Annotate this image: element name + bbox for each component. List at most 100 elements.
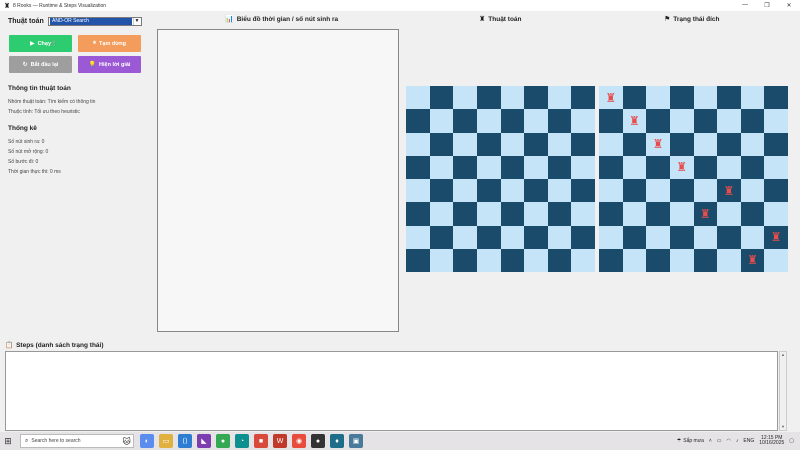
board-square bbox=[669, 86, 694, 110]
scroll-up-icon[interactable]: ▲ bbox=[780, 352, 786, 358]
board-square bbox=[429, 225, 454, 249]
board-square bbox=[646, 179, 670, 203]
stats-steps: Số bước đi: 0 bbox=[8, 159, 39, 165]
battery-icon[interactable]: ▭ bbox=[717, 438, 722, 444]
board-square bbox=[599, 202, 623, 226]
board-square bbox=[669, 109, 694, 133]
flag-icon: ⚑ bbox=[664, 16, 671, 23]
algorithm-select[interactable]: AND-OR Search ▼ bbox=[48, 17, 142, 26]
rook-icon: ♜ bbox=[770, 230, 782, 245]
board-square bbox=[406, 248, 430, 272]
steps-scrollbar[interactable]: ▲ ▼ bbox=[779, 351, 787, 431]
board-square bbox=[524, 132, 548, 156]
board-square bbox=[740, 86, 765, 110]
steps-title: Steps (danh sách trạng thái) bbox=[16, 341, 104, 349]
board-square bbox=[669, 248, 694, 272]
board-square bbox=[740, 202, 765, 226]
minimize-button[interactable]: — bbox=[734, 2, 756, 9]
close-button[interactable]: ✕ bbox=[778, 2, 800, 9]
board-square bbox=[740, 109, 765, 133]
goal-board: ♜ ♜ ♜ ♜ ♜ ♜ ♜ ♜ bbox=[599, 86, 788, 272]
board-square bbox=[717, 248, 741, 272]
board-square bbox=[453, 225, 477, 249]
bar-chart-icon: 📊 bbox=[225, 16, 234, 23]
chevron-down-icon[interactable]: ▼ bbox=[133, 18, 140, 25]
board-square bbox=[406, 202, 430, 226]
app-icon-active[interactable]: ◉ bbox=[292, 434, 306, 448]
board-square bbox=[764, 179, 788, 203]
board-square bbox=[571, 202, 595, 226]
chevron-up-icon[interactable]: ˄ bbox=[709, 438, 712, 444]
board-square bbox=[646, 202, 670, 226]
board-square bbox=[476, 109, 501, 133]
board-square bbox=[693, 225, 718, 249]
board-square bbox=[453, 86, 477, 110]
reset-label: Bắt đầu lại bbox=[30, 61, 59, 68]
board-square bbox=[599, 155, 623, 179]
pause-button[interactable]: ⏸ Tạm dừng bbox=[78, 35, 141, 52]
network-icon[interactable]: ◠ bbox=[727, 438, 731, 444]
volume-icon[interactable]: ♪ bbox=[736, 438, 739, 444]
board-square: ♜ bbox=[669, 155, 694, 179]
weather-text: Sắp mưa bbox=[683, 438, 704, 444]
board-square bbox=[429, 132, 454, 156]
cat-illustration-icon: 🐱 bbox=[122, 436, 131, 446]
taskbar-search[interactable]: ⌕ Search here to search 🐱 bbox=[20, 434, 134, 448]
steps-list[interactable] bbox=[5, 351, 778, 431]
board-square bbox=[740, 225, 765, 249]
play-icon: ▶ bbox=[29, 41, 35, 47]
board-square bbox=[646, 155, 670, 179]
notification-icon[interactable]: ▢ bbox=[789, 438, 794, 444]
board-square bbox=[500, 86, 525, 110]
board-square bbox=[599, 132, 623, 156]
board-square bbox=[717, 86, 741, 110]
board-square bbox=[599, 179, 623, 203]
board-square bbox=[764, 86, 788, 110]
rook-icon: ♜ bbox=[652, 137, 664, 152]
board-square bbox=[571, 109, 595, 133]
clock[interactable]: 12:15 PM 10/16/2025 bbox=[759, 435, 784, 447]
chart-header: 📊 Biểu đồ thời gian / số nút sinh ra bbox=[225, 15, 338, 24]
board-square bbox=[429, 179, 454, 203]
show-solution-button[interactable]: 💡 Hiện lời giải bbox=[78, 56, 141, 73]
reset-button[interactable]: ↻ Bắt đầu lại bbox=[9, 56, 72, 73]
maximize-button[interactable]: ❐ bbox=[756, 2, 778, 9]
app-icon: ♜ bbox=[3, 2, 11, 10]
visual-studio-icon[interactable]: ◣ bbox=[197, 434, 211, 448]
chrome-icon[interactable]: ● bbox=[216, 434, 230, 448]
scroll-down-icon[interactable]: ▼ bbox=[780, 424, 786, 430]
language-indicator[interactable]: ENG bbox=[743, 438, 754, 444]
board-square bbox=[547, 248, 572, 272]
board-square bbox=[500, 155, 525, 179]
python-icon[interactable]: ♦ bbox=[330, 434, 344, 448]
board-square bbox=[646, 225, 670, 249]
app-icon-dark[interactable]: ● bbox=[311, 434, 325, 448]
pause-label: Tạm dừng bbox=[99, 40, 126, 47]
rook-icon: ♜ bbox=[629, 113, 640, 128]
board-square bbox=[500, 179, 525, 203]
board-square bbox=[406, 109, 430, 133]
board-square bbox=[500, 248, 525, 272]
terminal-icon[interactable]: ▣ bbox=[349, 434, 363, 448]
run-button[interactable]: ▶ Chạy bbox=[9, 35, 72, 52]
copilot-icon[interactable]: ◐ bbox=[140, 434, 154, 448]
vscode-icon[interactable]: ⟨⟩ bbox=[178, 434, 192, 448]
info-property: Thuộc tính: Tối ưu theo heuristic bbox=[8, 109, 80, 115]
board-square: ♜ bbox=[764, 225, 788, 249]
board-square bbox=[453, 202, 477, 226]
hand-cursor-icon: ☝ bbox=[50, 38, 56, 48]
board-square: ♜ bbox=[622, 109, 647, 133]
windows-start-icon[interactable]: ⊞ bbox=[0, 432, 16, 450]
board-square bbox=[524, 179, 548, 203]
taskbar: ⊞ ⌕ Search here to search 🐱 ◐ ▭ ⟨⟩ ◣ ● ◔… bbox=[0, 432, 800, 450]
search-placeholder: Search here to search bbox=[31, 438, 81, 444]
word-icon[interactable]: W bbox=[273, 434, 287, 448]
steps-header: 📋 Steps (danh sách trạng thái) bbox=[5, 341, 104, 350]
lightbulb-icon: 💡 bbox=[88, 62, 97, 68]
board-square bbox=[669, 179, 694, 203]
edge-icon[interactable]: ◔ bbox=[235, 434, 249, 448]
file-explorer-icon[interactable]: ▭ bbox=[159, 434, 173, 448]
board-square bbox=[571, 86, 595, 110]
weather-widget[interactable]: ☂ Sắp mưa bbox=[677, 438, 704, 444]
app-icon-red[interactable]: ■ bbox=[254, 434, 268, 448]
